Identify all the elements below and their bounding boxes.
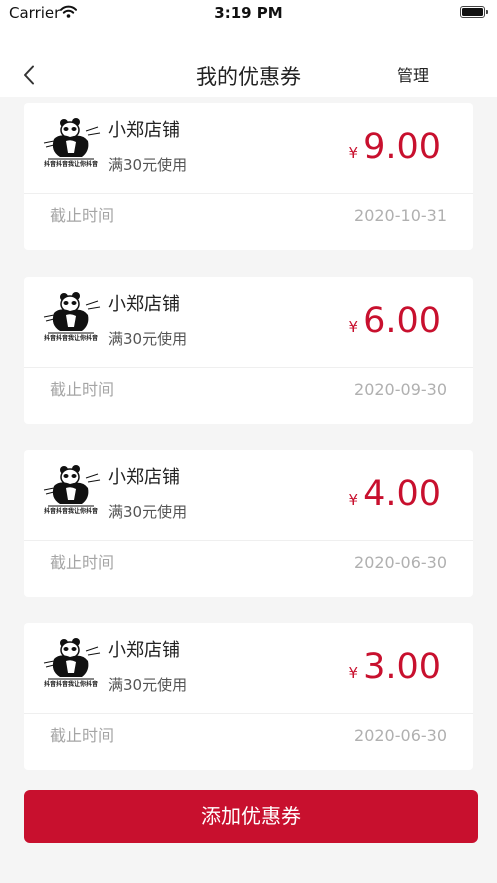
nav-bar: 我的优惠券 管理 [0,44,497,97]
coupon-condition: 满30元使用 [108,676,188,694]
coupon-condition: 满30元使用 [108,156,188,174]
card-divider [24,713,473,714]
coupon-amount: 3.00 [363,647,441,687]
status-time: 3:19 PM [214,4,283,22]
currency-symbol: ¥ [348,664,359,682]
battery-icon [460,6,488,18]
coupon-card[interactable]: 抖音抖音我让你抖音 小郑店铺 满30元使用 ¥ 6.00 截止时间 2020-0… [24,277,473,424]
expiry-label: 截止时间 [50,726,115,745]
coupon-price: ¥ 3.00 [349,645,441,689]
panda-logo-icon [43,638,101,680]
coupon-price: ¥ 9.00 [349,125,441,169]
expiry-label: 截止时间 [50,380,115,399]
coupon-amount: 9.00 [363,127,441,167]
coupon-price: ¥ 4.00 [349,472,441,516]
coupon-amount: 4.00 [363,474,441,514]
panda-logo-icon [43,292,101,334]
card-divider [24,540,473,541]
shop-name: 小郑店铺 [108,467,180,488]
expiry-label: 截止时间 [50,553,115,572]
coupon-card[interactable]: 抖音抖音我让你抖音 小郑店铺 满30元使用 ¥ 3.00 截止时间 2020-0… [24,623,473,770]
expiry-date: 2020-10-31 [354,206,447,225]
status-bar: Carrier 3:19 PM [0,0,497,44]
coupon-condition: 满30元使用 [108,503,188,521]
panda-logo-icon [43,118,101,160]
panda-logo-icon [43,465,101,507]
currency-symbol: ¥ [348,318,359,336]
add-coupon-button[interactable]: 添加优惠券 [24,790,478,843]
logo-caption: 抖音抖音我让你抖音 [43,508,98,515]
expiry-date: 2020-09-30 [354,380,447,399]
logo-caption: 抖音抖音我让你抖音 [43,161,98,168]
shop-logo: 抖音抖音我让你抖音 [40,637,102,693]
coupon-card[interactable]: 抖音抖音我让你抖音 小郑店铺 满30元使用 ¥ 9.00 截止时间 2020-1… [24,103,473,250]
currency-symbol: ¥ [348,491,359,509]
shop-logo: 抖音抖音我让你抖音 [40,291,102,347]
logo-caption: 抖音抖音我让你抖音 [43,335,98,342]
coupon-card[interactable]: 抖音抖音我让你抖音 小郑店铺 满30元使用 ¥ 4.00 截止时间 2020-0… [24,450,473,597]
coupon-condition: 满30元使用 [108,330,188,348]
shop-name: 小郑店铺 [108,640,180,661]
currency-symbol: ¥ [348,144,359,162]
expiry-label: 截止时间 [50,206,115,225]
shop-logo: 抖音抖音我让你抖音 [40,464,102,520]
logo-caption: 抖音抖音我让你抖音 [43,681,98,688]
shop-name: 小郑店铺 [108,294,180,315]
expiry-date: 2020-06-30 [354,726,447,745]
coupon-amount: 6.00 [363,301,441,341]
expiry-date: 2020-06-30 [354,553,447,572]
card-divider [24,193,473,194]
card-divider [24,367,473,368]
shop-name: 小郑店铺 [108,120,180,141]
manage-button[interactable]: 管理 [397,65,429,87]
shop-logo: 抖音抖音我让你抖音 [40,117,102,173]
coupon-price: ¥ 6.00 [349,299,441,343]
